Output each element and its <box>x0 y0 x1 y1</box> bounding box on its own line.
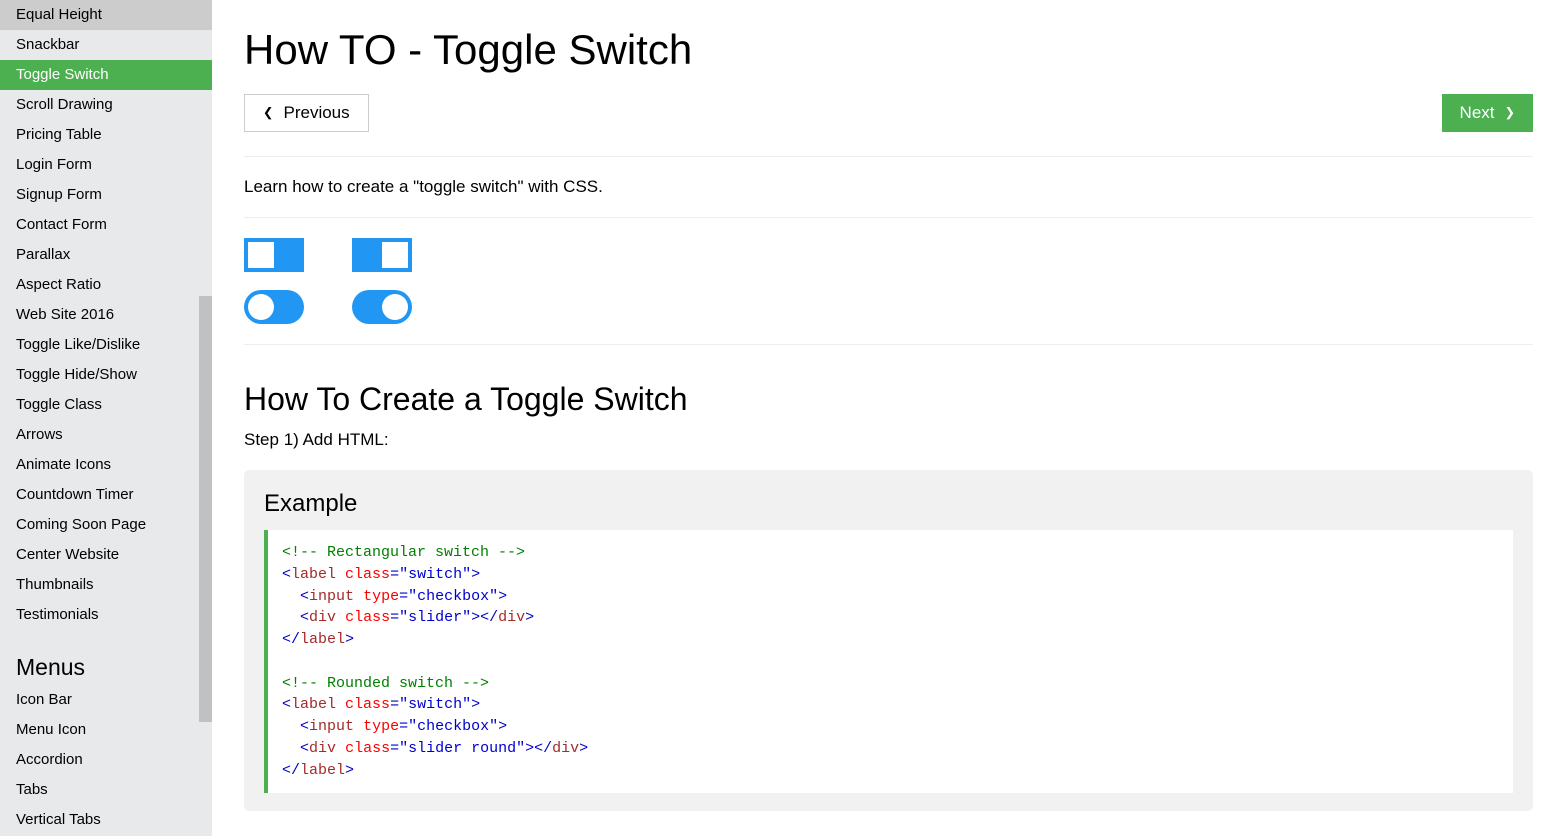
sidebar-item[interactable]: Icon Bar <box>0 685 212 715</box>
sidebar-item[interactable]: Arrows <box>0 420 212 450</box>
sidebar-item[interactable]: Equal Height <box>0 0 212 30</box>
sidebar-item[interactable]: Scroll Drawing <box>0 90 212 120</box>
sidebar-item[interactable]: Signup Form <box>0 180 212 210</box>
sidebar-item[interactable]: Vertical Tabs <box>0 805 212 835</box>
sidebar-item[interactable]: Web Site 2016 <box>0 300 212 330</box>
chevron-left-icon: ❮ <box>263 103 283 123</box>
sidebar-item[interactable]: Menu Icon <box>0 715 212 745</box>
previous-label: Previous <box>283 103 349 123</box>
sidebar-item[interactable]: Toggle Class <box>0 390 212 420</box>
sidebar-item[interactable]: Aspect Ratio <box>0 270 212 300</box>
toggle-demo-row-round <box>244 290 1533 324</box>
sidebar-item[interactable]: Pricing Table <box>0 120 212 150</box>
previous-button[interactable]: ❮ Previous <box>244 94 369 132</box>
sidebar-item[interactable]: Center Website <box>0 540 212 570</box>
code-block: <!-- Rectangular switch --> <label class… <box>264 530 1513 793</box>
toggle-switch-rect-off[interactable] <box>244 238 304 272</box>
sidebar-item[interactable]: Parallax <box>0 240 212 270</box>
toggle-switch-round-off[interactable] <box>244 290 304 324</box>
sidebar-item[interactable]: Tabs <box>0 775 212 805</box>
chevron-right-icon: ❯ <box>1495 103 1515 123</box>
toggle-switch-rect-on[interactable] <box>352 238 412 272</box>
nav-row: ❮ Previous Next ❯ <box>244 94 1533 132</box>
sidebar-item[interactable]: Coming Soon Page <box>0 510 212 540</box>
divider <box>244 217 1533 218</box>
next-label: Next <box>1460 103 1495 123</box>
sidebar-item[interactable]: Toggle Switch <box>0 60 212 90</box>
sidebar-item[interactable]: Contact Form <box>0 210 212 240</box>
step-1-label: Step 1) Add HTML: <box>244 430 1533 450</box>
sidebar: Equal HeightSnackbarToggle SwitchScroll … <box>0 0 212 836</box>
sidebar-section-menus: Menus <box>0 630 212 685</box>
scrollbar-thumb[interactable] <box>199 296 212 722</box>
section-title: How To Create a Toggle Switch <box>244 381 1533 418</box>
sidebar-item[interactable]: Countdown Timer <box>0 480 212 510</box>
sidebar-item[interactable]: Login Form <box>0 150 212 180</box>
toggle-switch-round-on[interactable] <box>352 290 412 324</box>
divider <box>244 156 1533 157</box>
toggle-demo-row-rect <box>244 238 1533 272</box>
sidebar-item[interactable]: Animate Icons <box>0 450 212 480</box>
sidebar-item[interactable]: Accordion <box>0 745 212 775</box>
main-content: How TO - Toggle Switch ❮ Previous Next ❯… <box>212 0 1565 836</box>
sidebar-item[interactable]: Thumbnails <box>0 570 212 600</box>
example-box: Example <!-- Rectangular switch --> <lab… <box>244 470 1533 811</box>
sidebar-item[interactable]: Toggle Like/Dislike <box>0 330 212 360</box>
example-heading: Example <box>264 490 1513 518</box>
intro-text: Learn how to create a "toggle switch" wi… <box>244 177 1533 197</box>
sidebar-item[interactable]: Testimonials <box>0 600 212 630</box>
next-button[interactable]: Next ❯ <box>1442 94 1533 132</box>
sidebar-item[interactable]: Snackbar <box>0 30 212 60</box>
page-title: How TO - Toggle Switch <box>244 26 1533 74</box>
sidebar-item[interactable]: Toggle Hide/Show <box>0 360 212 390</box>
divider <box>244 344 1533 345</box>
